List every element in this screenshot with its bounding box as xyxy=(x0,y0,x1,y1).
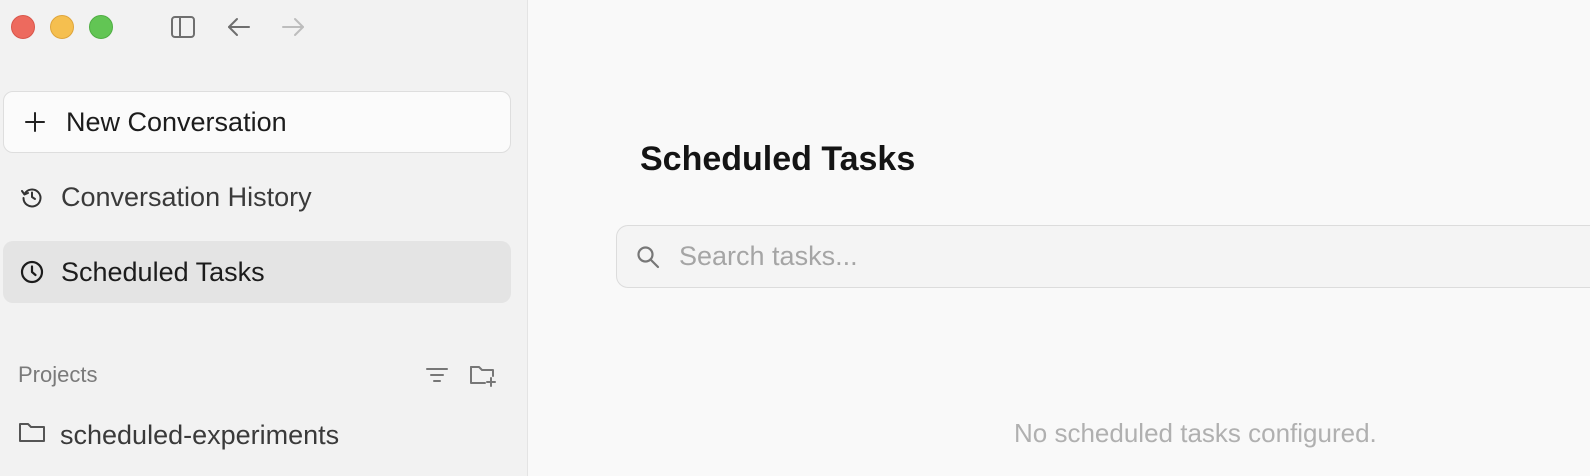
history-icon xyxy=(3,185,61,209)
sidebar: New Conversation Conversation History Sc… xyxy=(0,0,528,476)
sidebar-item-label: Scheduled Tasks xyxy=(61,256,265,287)
search-box xyxy=(616,225,1590,288)
back-arrow-icon[interactable] xyxy=(224,12,254,42)
sidebar-item-conversation-history[interactable]: Conversation History xyxy=(3,167,511,227)
app-window: New Conversation Conversation History Sc… xyxy=(0,0,1590,476)
sidebar-item-scheduled-tasks[interactable]: Scheduled Tasks xyxy=(3,241,511,303)
projects-title: Projects xyxy=(18,362,98,387)
filter-icon[interactable] xyxy=(424,363,450,387)
forward-arrow-icon[interactable] xyxy=(278,12,308,42)
folder-icon xyxy=(18,420,46,451)
projects-header: Projects xyxy=(18,362,498,388)
sidebar-item-label: Conversation History xyxy=(61,181,312,212)
maximize-window-button[interactable] xyxy=(89,15,113,39)
project-name: scheduled-experiments xyxy=(60,420,340,450)
projects-actions xyxy=(424,362,498,388)
new-conversation-button[interactable]: New Conversation xyxy=(3,91,511,153)
search-input[interactable] xyxy=(679,241,1529,272)
clock-icon xyxy=(3,260,61,284)
new-conversation-label: New Conversation xyxy=(66,106,287,137)
plus-icon xyxy=(4,111,66,133)
empty-state-message: No scheduled tasks configured. xyxy=(1014,418,1377,448)
main-content: Scheduled Tasks No scheduled tasks confi… xyxy=(528,0,1590,476)
new-folder-icon[interactable] xyxy=(468,362,498,388)
minimize-window-button[interactable] xyxy=(50,15,74,39)
window-controls xyxy=(11,15,113,39)
page-title: Scheduled Tasks xyxy=(640,140,916,178)
project-item[interactable]: scheduled-experiments xyxy=(18,420,339,451)
sidebar-toggle-icon[interactable] xyxy=(168,12,198,42)
close-window-button[interactable] xyxy=(11,15,35,39)
search-icon xyxy=(617,244,679,270)
